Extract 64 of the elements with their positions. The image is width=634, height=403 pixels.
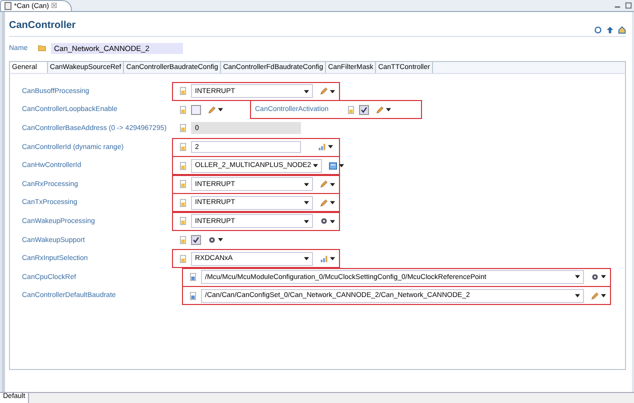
caret-icon [218,108,223,112]
up-arrow-icon[interactable] [606,26,614,34]
caret-icon [339,164,344,168]
checkbox[interactable] [191,235,201,246]
bar-chart-icon [318,143,326,152]
parameter-icon [189,292,197,300]
parameter-icon [179,254,187,263]
caret-icon [575,275,580,279]
caret-icon [313,164,318,168]
parameter-icon [179,162,187,170]
caret-icon [304,256,309,260]
caret-icon [218,238,223,242]
parameter-icon [179,236,187,244]
page-title: CanController [9,20,76,30]
pencil-icon [376,106,384,114]
parameter-icon [179,198,187,207]
checkbox[interactable] [358,104,369,115]
caret-icon [330,182,335,186]
parameter-icon [179,106,187,114]
caret-icon [330,90,335,94]
pencil-icon [320,198,328,207]
tool-menu-button[interactable] [591,292,606,300]
pencil-icon [320,87,328,96]
caret-icon [304,220,309,224]
parameter-icon [179,143,187,152]
parameter-icon [179,217,187,226]
caret-icon [330,201,335,205]
parameter-icon [179,180,187,188]
maximize-icon[interactable] [625,2,632,9]
caret-icon [601,294,606,298]
pencil-icon [320,180,328,188]
check-mark-icon [192,236,200,244]
tool-menu-button[interactable] [320,198,335,207]
tool-menu-button[interactable] [320,180,335,188]
caret-icon [601,275,606,279]
parameter-icon [189,273,197,282]
pencil-icon [208,106,216,114]
parameter-icon [346,106,355,114]
check-mark-icon [360,106,368,114]
parameter-icon [179,124,187,132]
caret-icon [575,294,580,298]
tool-menu-button[interactable] [591,273,606,282]
checkbox[interactable] [191,104,201,115]
tool-menu-button[interactable] [318,143,333,152]
home-icon[interactable] [618,26,626,34]
tool-menu-button[interactable] [320,87,335,96]
caret-icon [304,201,309,205]
tool-menu-button[interactable] [208,106,223,114]
tool-menu-button[interactable] [329,162,344,170]
tool-menu-button[interactable] [320,217,335,226]
caret-icon [386,108,391,112]
tool-menu-button[interactable] [376,106,391,114]
caret-icon [328,145,333,149]
pencil-icon [591,292,599,300]
table-icon [329,162,338,170]
caret-icon [304,90,309,94]
folder-icon [38,44,46,52]
caret-icon [330,220,335,224]
tool-menu-button[interactable] [208,236,223,244]
caret-icon [330,256,335,260]
caret-icon [304,182,309,186]
parameter-icon [179,87,187,96]
tool-menu-button[interactable] [320,254,335,263]
bar-chart-icon [320,254,328,263]
